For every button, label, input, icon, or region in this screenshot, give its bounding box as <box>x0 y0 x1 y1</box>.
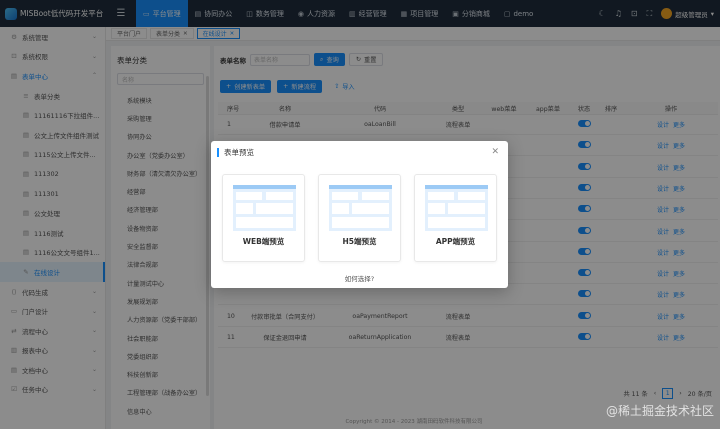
layout-thumbnail-icon <box>425 185 488 231</box>
web-preview-card[interactable]: WEB端预览 <box>222 174 305 262</box>
form-preview-dialog: 表单预览 ✕ WEB端预览 H5端预览 APP端预览 如何选择? <box>211 141 508 288</box>
layout-thumbnail-icon <box>329 185 392 231</box>
close-icon[interactable]: ✕ <box>491 147 499 157</box>
watermark: @稀土掘金技术社区 <box>605 404 714 418</box>
layout-thumbnail-icon <box>233 185 296 231</box>
how-to-choose-link[interactable]: 如何选择? <box>211 273 508 283</box>
preview-options: WEB端预览 H5端预览 APP端预览 <box>222 174 497 262</box>
app-preview-card[interactable]: APP端预览 <box>414 174 497 262</box>
h5-preview-card[interactable]: H5端预览 <box>318 174 401 262</box>
dialog-title: 表单预览 <box>217 148 254 157</box>
